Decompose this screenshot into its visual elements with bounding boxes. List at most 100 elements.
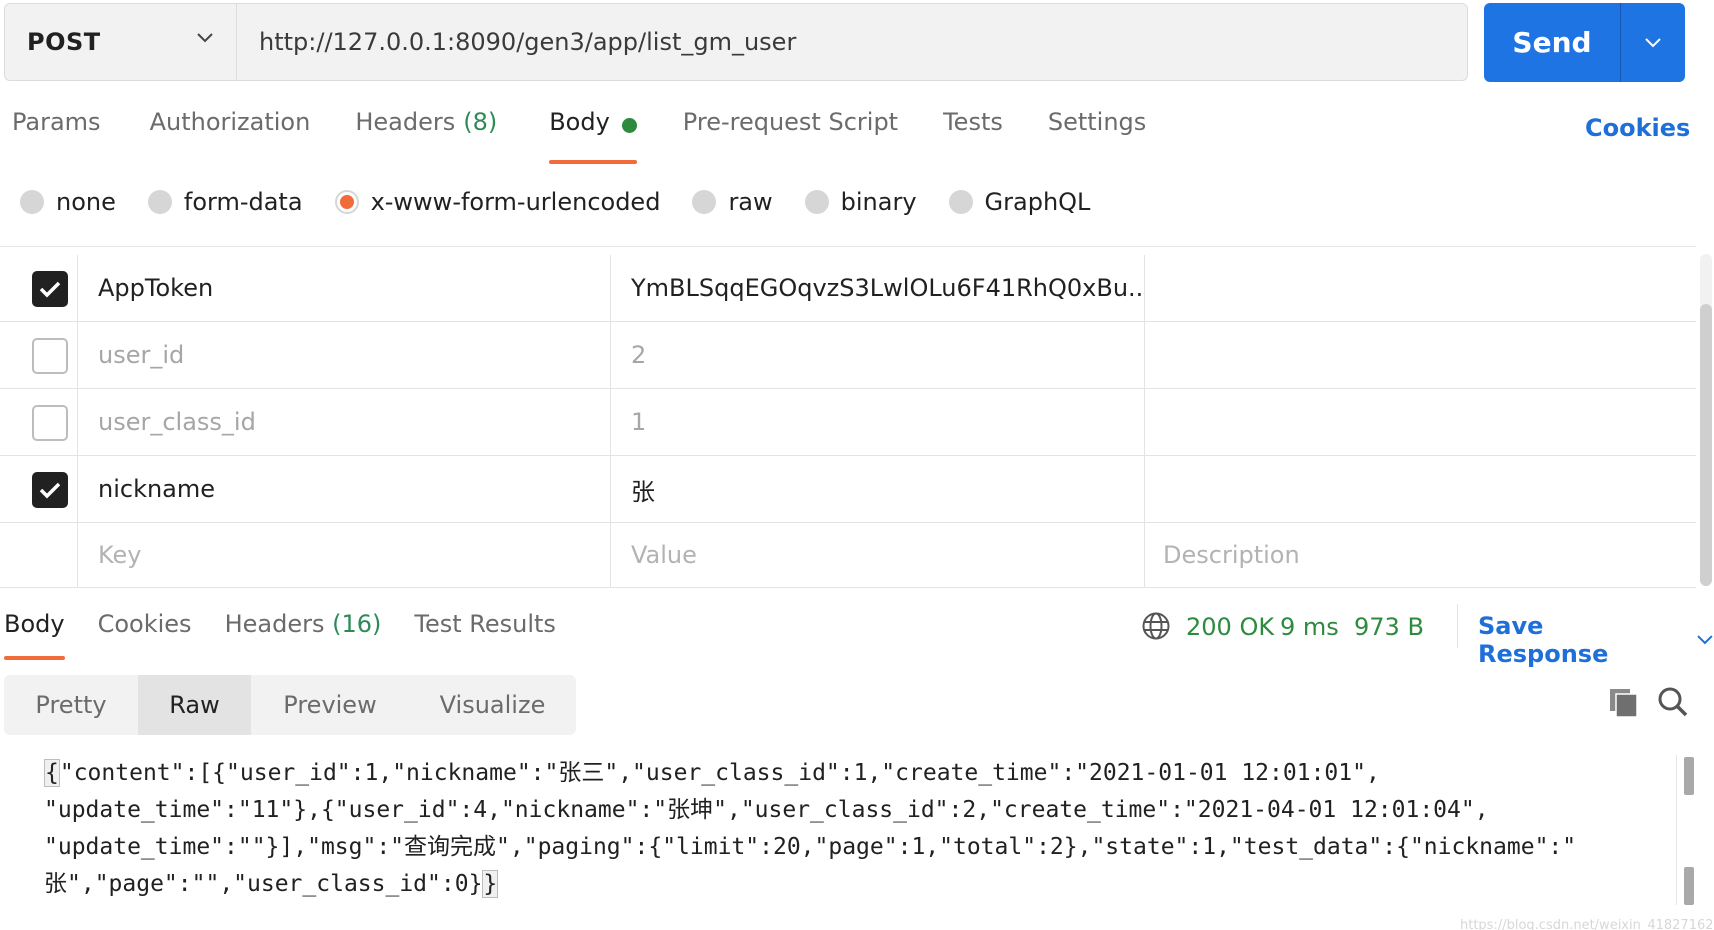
watermark: https://blog.csdn.net/weixin_41827162 [1460,918,1714,930]
send-button-group: Send [1484,3,1685,82]
format-raw[interactable]: Raw [138,675,251,735]
param-value[interactable]: 张 [611,456,1145,522]
tab-label: Body [549,108,610,136]
request-bar: POST [4,3,1468,81]
tab-tests[interactable]: Tests [943,108,1003,164]
format-preview[interactable]: Preview [251,675,409,735]
status-code[interactable]: 200 OK [1186,613,1274,641]
row-checkbox[interactable] [32,472,68,508]
param-value[interactable]: 2 [611,322,1145,388]
raw-response-body[interactable]: {"content":[{"user_id":1,"nickname":"张三"… [44,755,1674,905]
radio-raw[interactable]: raw [692,188,773,216]
table-row: nickname 张 [0,456,1696,523]
tab-label: Body [4,610,65,638]
tab-label: Params [12,108,101,136]
method-label: POST [27,28,101,56]
send-options-button[interactable] [1621,3,1685,82]
chevron-down-icon [197,33,213,43]
params-scrollbar[interactable] [1700,254,1712,586]
radio-label: GraphQL [984,188,1091,216]
radio-circle [804,190,829,214]
scrollbar-thumb[interactable] [1700,304,1712,586]
raw-line: "content":[{"user_id":1,"nickname":"张三",… [59,760,1380,786]
param-key[interactable]: user_class_id [78,389,611,455]
param-value[interactable]: YmBLSqqEGOqvzS3LwlOLu6F41RhQ0xBu... [611,255,1145,321]
scroll-track [1676,755,1677,905]
table-row: AppToken YmBLSqqEGOqvzS3LwlOLu6F41RhQ0xB… [0,255,1696,322]
send-button[interactable]: Send [1484,3,1620,82]
response-size[interactable]: 973 B [1354,613,1424,641]
param-description[interactable] [1145,389,1696,455]
response-tabs: Body Cookies Headers (16) Test Results [4,610,589,660]
url-field-wrap [237,4,1467,80]
radio-graphql[interactable]: GraphQL [948,188,1091,216]
param-description[interactable] [1145,255,1696,321]
response-scrollbar[interactable] [1676,755,1694,905]
headers-count: (16) [332,610,382,638]
check-icon [39,281,61,298]
check-cell [0,389,78,455]
url-input[interactable] [259,28,1467,56]
method-select[interactable]: POST [5,4,237,80]
tab-response-body[interactable]: Body [4,610,65,660]
tab-label: Cookies [97,610,192,638]
param-description[interactable] [1145,456,1696,522]
tab-body[interactable]: Body [549,108,637,164]
tab-params[interactable]: Params [12,108,101,164]
cookies-link[interactable]: Cookies [1585,114,1690,142]
radio-x-www-form-urlencoded[interactable]: x-www-form-urlencoded [334,188,661,216]
table-row: user_id 2 [0,322,1696,389]
radio-label: x-www-form-urlencoded [370,188,661,216]
brace-close: } [482,870,499,898]
row-checkbox[interactable] [32,338,68,374]
params-table: AppToken YmBLSqqEGOqvzS3LwlOLu6F41RhQ0xB… [0,246,1696,594]
radio-label: binary [840,188,917,216]
row-checkbox[interactable] [32,271,68,307]
tab-response-cookies[interactable]: Cookies [98,610,192,660]
tab-label: Pre-request Script [682,108,899,136]
response-time[interactable]: 9 ms [1280,613,1339,641]
radio-label: none [56,188,116,216]
format-pretty[interactable]: Pretty [4,675,138,735]
param-description[interactable] [1145,322,1696,388]
tab-authorization[interactable]: Authorization [150,108,311,164]
radio-label: form-data [183,188,303,216]
tab-response-headers[interactable]: Headers (16) [225,610,382,660]
save-response-button[interactable]: Save Response [1478,612,1714,668]
radio-none[interactable]: none [20,188,116,216]
raw-line: "update_time":""}],"msg":"查询完成","paging"… [44,834,1577,860]
radio-label: raw [728,188,773,216]
param-key[interactable]: AppToken [78,255,611,321]
globe-icon[interactable] [1141,611,1171,641]
tab-label: Authorization [149,108,311,136]
new-description-input[interactable]: Description [1145,523,1696,587]
format-visualize[interactable]: Visualize [409,675,576,735]
new-value-input[interactable]: Value [611,523,1145,587]
tab-label: Tests [943,108,1003,136]
scroll-marker [1684,757,1694,795]
param-key[interactable]: nickname [78,456,611,522]
tab-test-results[interactable]: Test Results [414,610,556,660]
headers-count: (8) [463,108,498,136]
tab-pre-request-script[interactable]: Pre-request Script [683,108,898,164]
radio-form-data[interactable]: form-data [147,188,303,216]
check-cell [0,523,78,587]
body-type-radios: none form-data x-www-form-urlencoded raw… [20,188,1122,216]
tab-headers[interactable]: Headers (8) [355,108,497,164]
search-icon[interactable] [1657,686,1689,718]
body-indicator-dot [621,118,637,133]
param-value[interactable]: 1 [611,389,1145,455]
radio-circle-selected [334,190,359,214]
request-tabs: Params Authorization Headers (8) Body Pr… [12,108,1195,164]
table-row-new: Key Value Description [0,523,1696,588]
copy-icon[interactable] [1608,687,1640,719]
radio-circle [147,190,172,214]
tab-settings[interactable]: Settings [1048,108,1146,164]
table-row: user_class_id 1 [0,389,1696,456]
radio-binary[interactable]: binary [804,188,917,216]
param-key[interactable]: user_id [78,322,611,388]
scroll-marker [1684,867,1694,905]
tab-label: Headers [355,108,456,136]
new-key-input[interactable]: Key [78,523,611,587]
row-checkbox[interactable] [32,405,68,441]
